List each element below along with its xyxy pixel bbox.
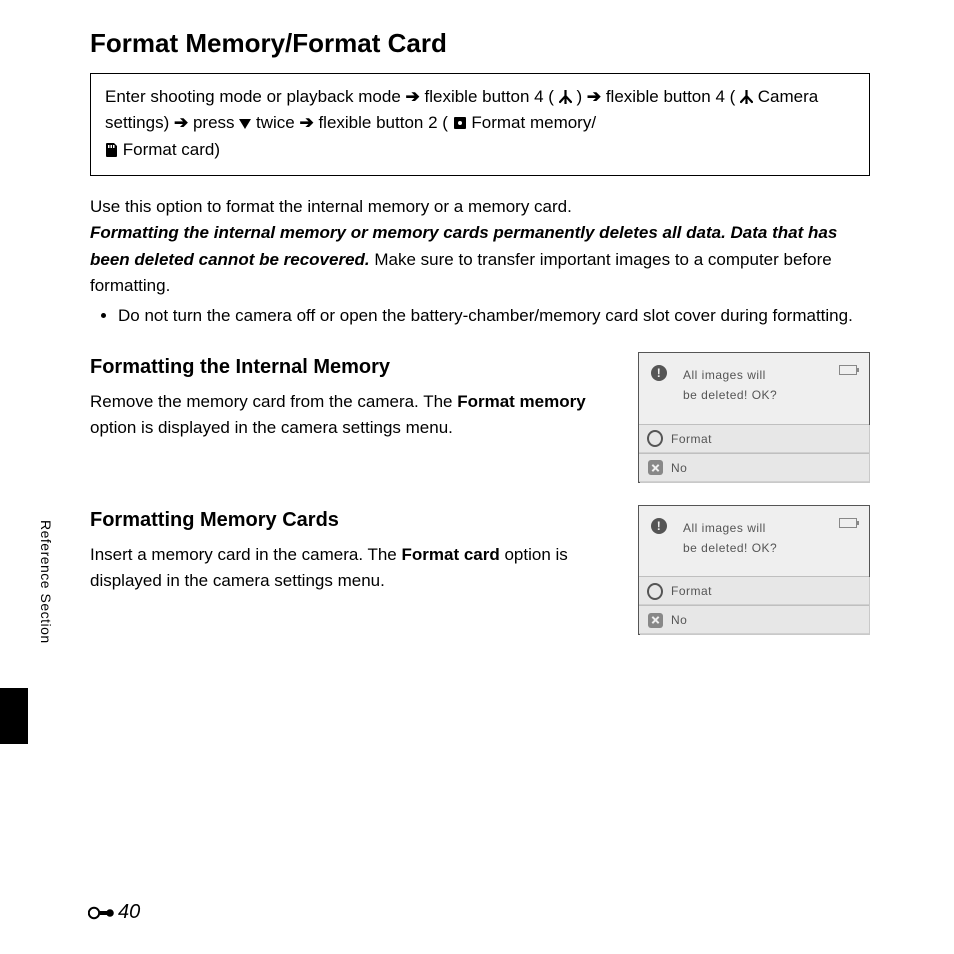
internal-memory-icon [453, 116, 467, 130]
screen-option-format: Format [639, 576, 869, 605]
nav-text: flexible button 4 ( [425, 87, 554, 106]
down-triangle-icon [239, 119, 251, 129]
option-label: No [671, 613, 687, 627]
screen-option-format: Format [639, 424, 869, 453]
section-internal-memory: Formatting the Internal Memory Remove th… [90, 352, 870, 483]
x-icon [647, 460, 663, 476]
sd-card-icon [105, 142, 118, 157]
flexible-button-icon [559, 90, 572, 104]
page-content: Format Memory/Format Card Enter shooting… [90, 28, 870, 635]
section-text: Formatting Memory Cards Insert a memory … [90, 505, 614, 595]
option-label: Format [671, 584, 712, 598]
nav-text: Enter shooting mode or playback mode [105, 87, 406, 106]
intro-bullets: Do not turn the camera off or open the b… [90, 303, 870, 329]
option-label: Format [671, 432, 712, 446]
nav-text: Format memory/ [471, 113, 596, 132]
nav-text: press [193, 113, 239, 132]
circle-icon [647, 583, 663, 599]
section-heading: Formatting Memory Cards [90, 505, 614, 536]
nav-text: Format card) [123, 140, 220, 159]
flexible-button-icon [740, 90, 753, 104]
intro-warning: Formatting the internal memory or memory… [90, 220, 870, 299]
msg-line: All images will [683, 518, 777, 538]
screen-message-area: ! All images will be deleted! OK? [639, 353, 869, 424]
x-icon [647, 612, 663, 628]
screen-option-no: No [639, 453, 869, 482]
option-label: No [671, 461, 687, 475]
msg-line: All images will [683, 365, 777, 385]
section-memory-cards: Formatting Memory Cards Insert a memory … [90, 505, 870, 636]
nav-text: twice [256, 113, 299, 132]
arrow-right-icon: ➔ [406, 87, 420, 106]
camera-screen-mockup: ! All images will be deleted! OK? Format… [638, 352, 870, 483]
msg-line: be deleted! OK? [683, 538, 777, 558]
intro-line: Use this option to format the internal m… [90, 194, 870, 220]
page-number-value: 40 [118, 901, 140, 924]
body-bold: Format memory [457, 392, 585, 411]
bullet-item: Do not turn the camera off or open the b… [118, 303, 870, 329]
navigation-path-box: Enter shooting mode or playback mode ➔ f… [90, 73, 870, 176]
screen-option-no: No [639, 605, 869, 634]
alert-icon: ! [651, 365, 667, 381]
screen-message: All images will be deleted! OK? [683, 518, 777, 559]
reference-section-icon [88, 905, 114, 921]
circle-icon [647, 431, 663, 447]
arrow-right-icon: ➔ [299, 113, 313, 132]
msg-line: be deleted! OK? [683, 385, 777, 405]
body-text: option is displayed in the camera settin… [90, 418, 453, 437]
alert-icon: ! [651, 518, 667, 534]
camera-screen-mockup: ! All images will be deleted! OK? Format… [638, 505, 870, 636]
nav-text: flexible button 4 ( [606, 87, 735, 106]
arrow-right-icon: ➔ [587, 87, 601, 106]
side-tab-label: Reference Section [38, 520, 54, 644]
section-text: Formatting the Internal Memory Remove th… [90, 352, 614, 442]
nav-text: flexible button 2 ( [318, 113, 447, 132]
page-title: Format Memory/Format Card [90, 28, 870, 59]
thumb-index-tab [0, 688, 28, 744]
battery-icon [839, 365, 857, 375]
battery-icon [839, 518, 857, 528]
arrow-right-icon: ➔ [174, 113, 188, 132]
screen-message-area: ! All images will be deleted! OK? [639, 506, 869, 577]
body-text: Insert a memory card in the camera. The [90, 545, 401, 564]
intro-text: Use this option to format the internal m… [90, 194, 870, 330]
nav-text: ) [576, 87, 586, 106]
section-heading: Formatting the Internal Memory [90, 352, 614, 383]
page-number: 40 [88, 901, 140, 924]
body-text: Remove the memory card from the camera. … [90, 392, 457, 411]
screen-message: All images will be deleted! OK? [683, 365, 777, 406]
body-bold: Format card [401, 545, 499, 564]
